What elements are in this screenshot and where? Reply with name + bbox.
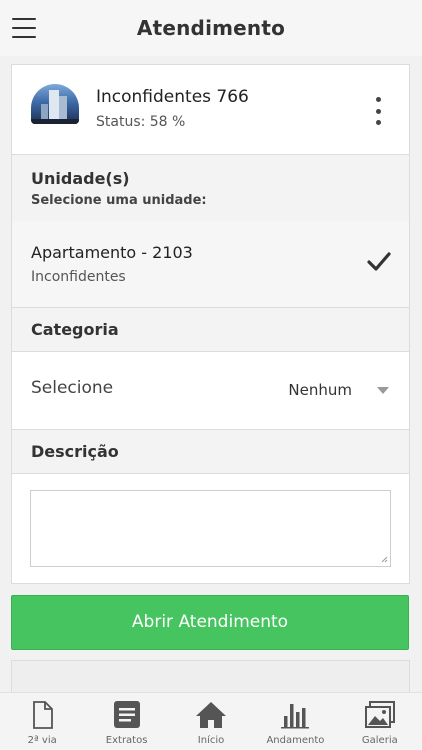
nav-item-galeria[interactable]: Galeria: [338, 693, 422, 750]
nav-item-inicio[interactable]: Início: [169, 693, 253, 750]
nav-item-2a-via[interactable]: 2ª via: [0, 693, 84, 750]
home-icon: [196, 702, 227, 728]
open-ticket-button[interactable]: Abrir Atendimento: [11, 595, 409, 650]
property-header: Inconfidentes 766 Status: 58 %: [12, 65, 409, 155]
property-avatar: [31, 84, 79, 124]
category-select-value: Nenhum: [288, 381, 352, 399]
units-section-header: Unidade(s) Selecione uma unidade:: [12, 154, 409, 222]
description-textarea[interactable]: [30, 490, 391, 567]
caret-down-icon: [377, 387, 389, 394]
category-select-label: Selecione: [31, 378, 114, 398]
unit-name: Apartamento - 2103: [31, 243, 193, 262]
description-section-title: Descrição: [31, 442, 119, 461]
menu-icon[interactable]: [12, 18, 36, 38]
gallery-icon: [364, 701, 395, 728]
top-app-bar: Atendimento: [0, 0, 422, 56]
file-icon: [33, 701, 54, 729]
category-section-header: Categoria: [12, 307, 409, 352]
bar-chart-icon: [281, 704, 310, 729]
unit-list-item[interactable]: Apartamento - 2103 Inconfidentes: [12, 221, 409, 307]
category-section-title: Categoria: [31, 320, 119, 339]
page-title: Atendimento: [136, 16, 286, 40]
bottom-navigation: 2ª via Extratos Início Andamento Galeria: [0, 692, 422, 750]
nav-label: Início: [197, 735, 225, 746]
document-list-icon: [113, 701, 140, 728]
property-status: Status: 58 %: [96, 114, 186, 130]
resize-grip-icon[interactable]: [380, 555, 388, 563]
nav-label: Andamento: [266, 735, 325, 746]
unit-building: Inconfidentes: [31, 269, 126, 285]
units-section-subtitle: Selecione uma unidade:: [31, 193, 207, 208]
description-section-header: Descrição: [12, 429, 409, 474]
nav-label: Galeria: [361, 735, 398, 746]
nav-item-extratos[interactable]: Extratos: [84, 693, 168, 750]
nav-label: 2ª via: [27, 735, 57, 746]
category-select[interactable]: Selecione Nenhum: [12, 351, 409, 429]
ticket-form-card: Inconfidentes 766 Status: 58 % Unidade(s…: [11, 64, 410, 584]
more-options-icon[interactable]: [373, 97, 383, 125]
units-section-title: Unidade(s): [31, 169, 130, 188]
property-name: Inconfidentes 766: [96, 87, 249, 107]
nav-label: Extratos: [105, 735, 148, 746]
check-icon: [367, 252, 391, 271]
nav-item-andamento[interactable]: Andamento: [253, 693, 337, 750]
